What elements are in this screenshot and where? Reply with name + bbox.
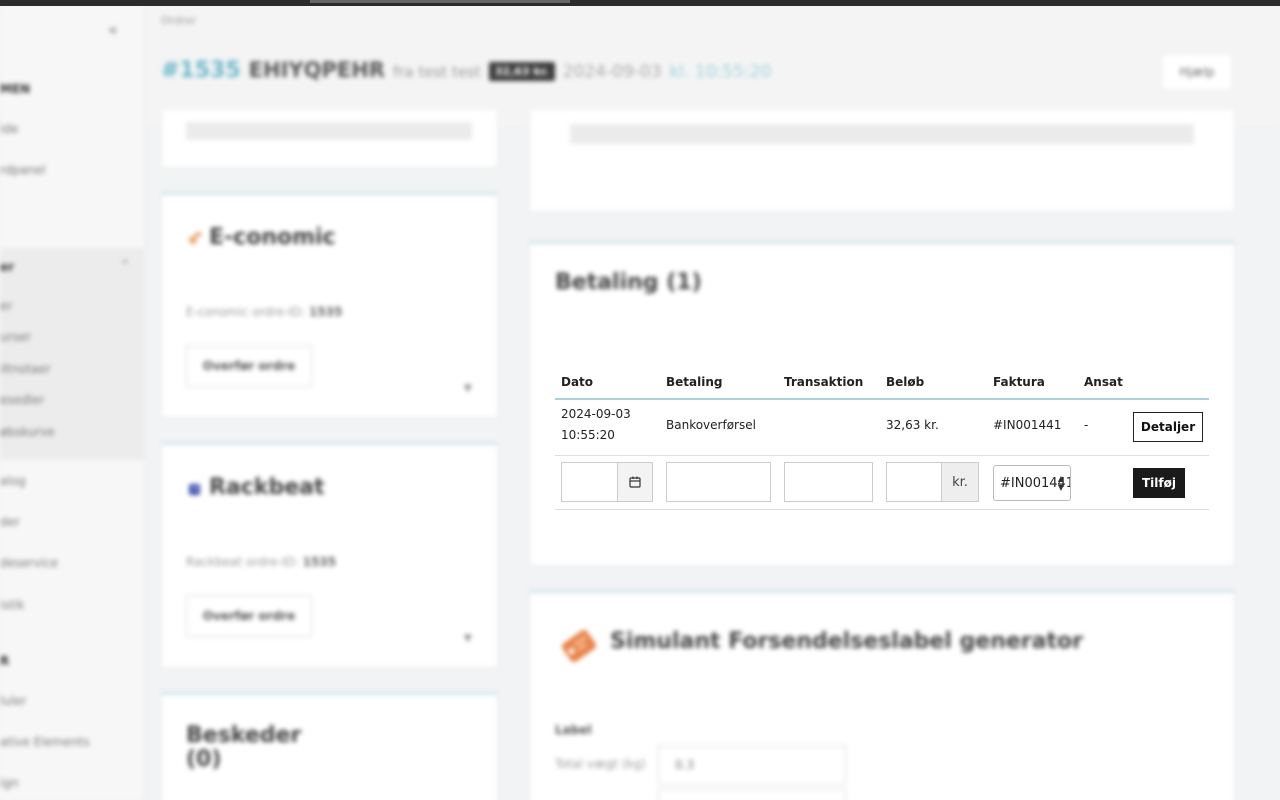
rackbeat-order-id-label: Rackbeat ordre-ID: xyxy=(186,555,299,569)
chevron-down-icon[interactable]: ▼ xyxy=(464,633,472,644)
weight-input[interactable]: 0.3 xyxy=(658,745,846,785)
payment-table: Dato Betaling Transaktion Beløb Faktura … xyxy=(555,370,1209,510)
currency-addon: kr. xyxy=(941,462,979,502)
sidebar-subitem[interactable]: esedler xyxy=(0,393,44,407)
top-left-card xyxy=(161,110,498,168)
payment-time: 10:55:20 xyxy=(561,428,615,442)
chevron-down-icon[interactable]: ▼ xyxy=(464,383,472,394)
order-time: kl. 10:55:20 xyxy=(669,62,772,82)
economic-order-id-label: E-conomic ordre-ID: xyxy=(186,305,306,319)
payment-employee: - xyxy=(1084,418,1089,432)
order-number: #1535 xyxy=(161,58,241,83)
rackbeat-title: Rackbeat xyxy=(209,475,325,500)
label-input[interactable] xyxy=(658,789,846,800)
new-payment-row: kr. #IN001441 ▲ ▼ Tilføj xyxy=(555,456,1209,510)
economic-transfer-button[interactable]: Overfør ordre xyxy=(186,345,312,387)
col-header-payment: Betaling xyxy=(666,375,723,389)
rackbeat-order-id-value: 1535 xyxy=(302,555,336,569)
table-row: 2024-09-03 10:55:20 Bankoverførsel 32,63… xyxy=(555,400,1209,456)
sidebar-subitem[interactable]: er xyxy=(0,299,12,313)
messages-title: Beskeder xyxy=(186,723,302,748)
active-tab-indicator xyxy=(310,0,570,3)
payment-invoice: #IN001441 xyxy=(993,418,1062,432)
col-header-invoice: Faktura xyxy=(993,375,1045,389)
col-header-transaction: Transaktion xyxy=(784,375,864,389)
double-chevron-left-icon[interactable]: « xyxy=(108,20,118,39)
economic-order-id: E-conomic ordre-ID: 1535 xyxy=(186,305,342,319)
payment-date: 2024-09-03 xyxy=(561,407,631,421)
order-code: EHIYQPEHR xyxy=(248,58,385,82)
select-arrows-icon: ▲ ▼ xyxy=(1057,474,1064,492)
payment-method: Bankoverførsel xyxy=(666,418,756,432)
sidebar-item[interactable]: luler xyxy=(0,694,27,708)
col-header-employee: Ansat xyxy=(1084,375,1123,389)
sidebar-section-heading: R xyxy=(0,654,10,668)
placeholder-bar xyxy=(570,124,1194,144)
economic-title: E-conomic xyxy=(209,225,336,250)
economic-card: E-conomic E-conomic ordre-ID: 1535 Overf… xyxy=(161,192,498,418)
top-right-card xyxy=(529,110,1235,212)
sidebar-item[interactable]: istik xyxy=(0,598,25,612)
breadcrumb[interactable]: Ordrer xyxy=(161,14,197,27)
table-header-row: Dato Betaling Transaktion Beløb Faktura … xyxy=(555,370,1209,400)
details-button[interactable]: Detaljer xyxy=(1133,412,1203,442)
messages-card: Beskeder (0) xyxy=(161,692,498,800)
label-section-heading: Label xyxy=(555,723,592,737)
sidebar: « ⌃ MEN ide rdpanel er er urser iltnotae… xyxy=(0,6,145,800)
weight-label: Total vægt (kg) xyxy=(555,757,646,771)
sidebar-item[interactable]: ign xyxy=(0,776,19,790)
page-title: #1535 EHIYQPEHR fra test test 32,63 kr. … xyxy=(161,58,771,83)
messages-count: (0) xyxy=(186,747,222,772)
economic-order-id-value: 1535 xyxy=(308,305,343,319)
shipping-label-card: Simulant Forsendelseslabel generator Lab… xyxy=(529,590,1235,800)
rackbeat-transfer-button[interactable]: Overfør ordre xyxy=(186,595,312,637)
calendar-button[interactable] xyxy=(617,462,653,502)
payment-title: Betaling (1) xyxy=(555,270,702,295)
page-header: Ordrer #1535 EHIYQPEHR fra test test 32,… xyxy=(145,6,1280,126)
col-header-date: Dato xyxy=(561,375,594,389)
payment-amount: 32,63 kr. xyxy=(886,418,939,432)
shipping-tag-icon xyxy=(561,629,597,663)
new-payment-method-input[interactable] xyxy=(666,462,771,502)
help-button[interactable]: Hjælp xyxy=(1162,54,1232,90)
sidebar-item[interactable]: alog xyxy=(0,474,26,488)
rackbeat-logo-icon xyxy=(189,484,200,495)
sidebar-item[interactable]: ative Elements xyxy=(0,735,90,749)
sidebar-item[interactable]: ide xyxy=(0,122,18,136)
sidebar-item[interactable]: deservice xyxy=(0,556,58,570)
add-payment-button[interactable]: Tilføj xyxy=(1133,468,1185,498)
col-header-amount: Beløb xyxy=(886,375,925,389)
sidebar-subitem[interactable]: iltnotaer xyxy=(0,362,51,376)
rackbeat-order-id: Rackbeat ordre-ID: 1535 xyxy=(186,555,336,569)
invoice-select[interactable]: #IN001441 ▲ ▼ xyxy=(993,465,1071,501)
sidebar-item-orders[interactable]: er xyxy=(0,260,14,274)
chevron-up-icon[interactable]: ⌃ xyxy=(120,258,130,272)
amount-badge: 32,63 kr. xyxy=(488,62,555,81)
new-amount-input[interactable] xyxy=(886,462,942,502)
sidebar-subitem[interactable]: øbskurve xyxy=(0,425,55,439)
calendar-icon xyxy=(629,476,641,488)
sidebar-item[interactable]: der xyxy=(0,515,20,529)
sidebar-subitem[interactable]: urser xyxy=(0,330,31,344)
sidebar-item[interactable]: rdpanel xyxy=(0,163,46,177)
rackbeat-card: Rackbeat Rackbeat ordre-ID: 1535 Overfør… xyxy=(161,442,498,668)
shipping-label-title: Simulant Forsendelseslabel generator xyxy=(610,629,1083,654)
sidebar-section-heading: MEN xyxy=(0,82,31,96)
new-date-input[interactable] xyxy=(561,462,617,502)
new-transaction-input[interactable] xyxy=(784,462,873,502)
browser-top-bar xyxy=(0,0,1280,6)
order-date: 2024-09-03 xyxy=(562,62,662,82)
economic-logo-icon xyxy=(189,233,201,244)
placeholder-bar xyxy=(186,122,472,140)
customer-text: fra test test xyxy=(392,63,481,81)
